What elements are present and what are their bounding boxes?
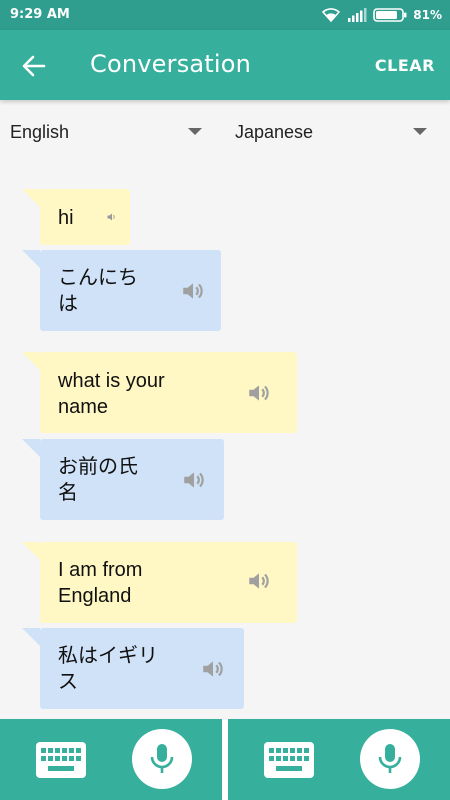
message-text-line-1: 私はイギリ xyxy=(58,645,158,667)
target-language-dropdown[interactable]: Japanese xyxy=(235,122,435,146)
keyboard-icon xyxy=(36,742,86,778)
bubble-tail xyxy=(22,189,40,207)
bubble-tail xyxy=(22,352,40,370)
language-selector-row: English Japanese xyxy=(0,100,450,164)
source-keyboard-button[interactable] xyxy=(35,741,87,779)
message-text-line-1: I am from xyxy=(58,559,143,581)
page-title: Conversation xyxy=(90,50,252,78)
speaker-icon[interactable] xyxy=(181,467,207,493)
wifi-icon xyxy=(322,8,341,23)
conversation-list[interactable]: hi こんにち は what is your name お前の氏 名 I am … xyxy=(0,164,450,719)
signal-icon xyxy=(348,8,367,22)
message-text-line-2: 名 xyxy=(58,482,78,504)
status-bar: 9:29 AM 81% xyxy=(0,0,450,30)
message-text-line-1: what is your xyxy=(58,370,165,392)
app-bar: Conversation CLEAR xyxy=(0,30,450,100)
bubble-tail xyxy=(22,439,40,457)
speaker-icon[interactable] xyxy=(180,278,206,304)
message-text-line-2: name xyxy=(58,396,109,418)
message-text-line-1: お前の氏 xyxy=(58,456,138,478)
keyboard-icon xyxy=(264,742,314,778)
dropdown-arrow-icon xyxy=(188,128,202,135)
status-icons: 81% xyxy=(321,6,442,24)
message-bubble-source[interactable]: hi xyxy=(22,189,130,245)
clear-button[interactable]: CLEAR xyxy=(375,56,435,75)
bottom-action-bar xyxy=(0,719,450,800)
target-language-label: Japanese xyxy=(235,122,314,142)
message-bubble-target[interactable]: こんにち は xyxy=(22,250,221,331)
speaker-icon[interactable] xyxy=(246,568,272,594)
message-bubble-source[interactable]: what is your name xyxy=(22,352,297,433)
message-bubble-target[interactable]: お前の氏 名 xyxy=(22,439,224,520)
microphone-icon xyxy=(150,744,174,773)
back-button[interactable] xyxy=(20,52,48,80)
bubble-tail xyxy=(22,250,40,268)
battery-icon xyxy=(373,8,407,22)
bubble-tail xyxy=(22,542,40,560)
status-time: 9:29 AM xyxy=(10,7,70,22)
speaker-icon[interactable] xyxy=(246,380,272,406)
speaker-icon[interactable] xyxy=(106,211,118,223)
bottom-bar-divider xyxy=(222,719,228,800)
message-text: hi xyxy=(58,207,74,229)
message-bubble-target[interactable]: 私はイギリ ス xyxy=(22,628,244,709)
arrow-back-icon xyxy=(22,55,46,77)
message-text-line-2: は xyxy=(58,293,78,315)
source-language-label: English xyxy=(10,122,70,142)
message-text-line-1: こんにち xyxy=(58,267,138,289)
microphone-icon xyxy=(378,744,402,773)
message-text-line-2: England xyxy=(58,585,132,607)
battery-percent: 81% xyxy=(413,8,442,22)
source-microphone-button[interactable] xyxy=(132,729,192,789)
message-bubble-source[interactable]: I am from England xyxy=(22,542,297,623)
dropdown-arrow-icon xyxy=(413,128,427,135)
bubble-tail xyxy=(22,628,40,646)
source-language-dropdown[interactable]: English xyxy=(10,122,210,146)
target-microphone-button[interactable] xyxy=(360,729,420,789)
target-keyboard-button[interactable] xyxy=(263,741,315,779)
message-text-line-2: ス xyxy=(58,671,78,693)
speaker-icon[interactable] xyxy=(200,656,226,682)
